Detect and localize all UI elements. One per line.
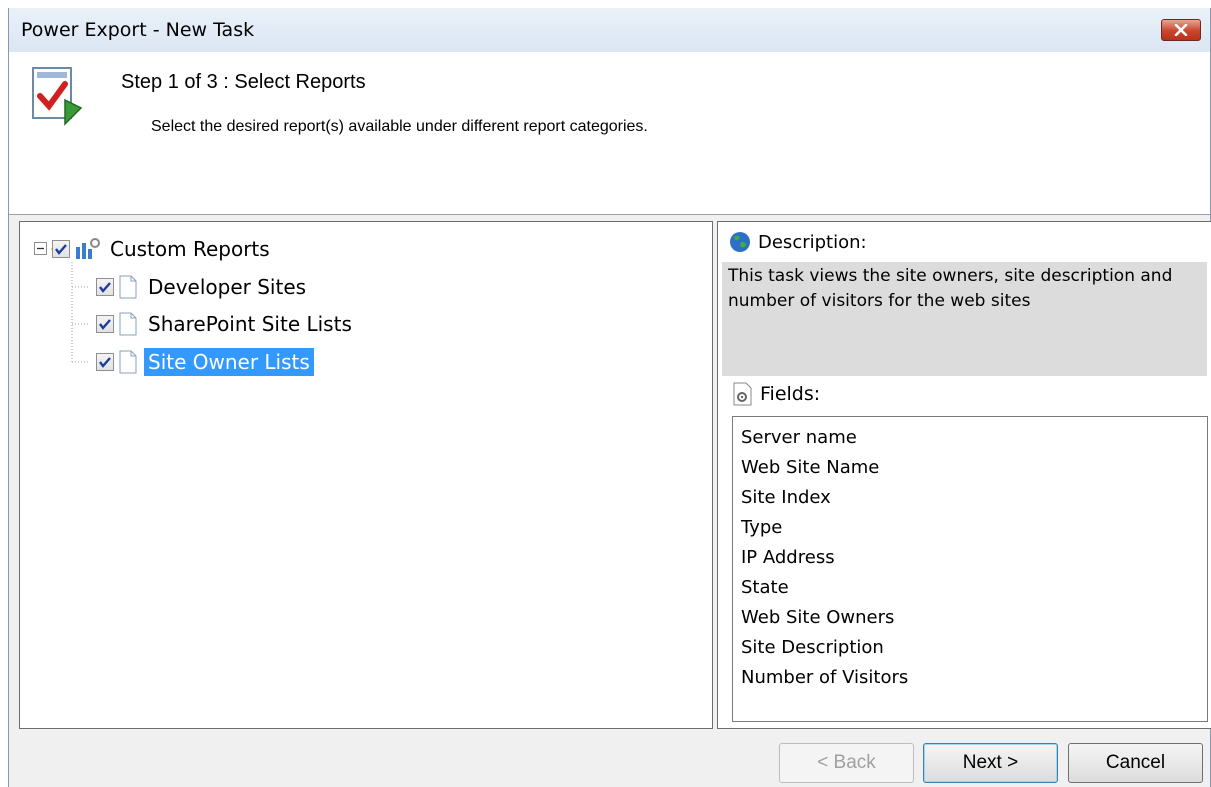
field-item: Server name bbox=[741, 427, 857, 448]
collapse-icon[interactable] bbox=[34, 242, 48, 256]
field-item: IP Address bbox=[741, 547, 835, 568]
tree-node-site-owner-lists[interactable]: Site Owner Lists bbox=[96, 347, 314, 377]
step-title: Step 1 of 3 : Select Reports bbox=[121, 71, 366, 93]
dialog-window: Power Export - New Task Step 1 of 3 : Se… bbox=[8, 8, 1211, 787]
description-label: Description: bbox=[758, 231, 867, 253]
checkbox-site-owner-lists[interactable] bbox=[96, 353, 114, 371]
checkmark-icon bbox=[99, 319, 111, 330]
checkmark-icon bbox=[99, 282, 111, 293]
tree-node-sharepoint-site-lists[interactable]: SharePoint Site Lists bbox=[96, 309, 356, 339]
field-item: Number of Visitors bbox=[741, 667, 909, 688]
field-item: Site Index bbox=[741, 487, 831, 508]
tree-node-label: Developer Sites bbox=[148, 275, 307, 299]
checkbox-sharepoint-site-lists[interactable] bbox=[96, 315, 114, 333]
checkmark-icon bbox=[99, 357, 111, 368]
close-icon bbox=[1174, 24, 1188, 36]
title-bar: Power Export - New Task bbox=[9, 8, 1210, 53]
description-heading: Description: bbox=[728, 230, 867, 254]
tree-node-label: SharePoint Site Lists bbox=[148, 312, 352, 336]
fields-heading: Fields: bbox=[732, 382, 820, 406]
checkbox-custom-reports[interactable] bbox=[52, 240, 70, 258]
fields-settings-icon bbox=[733, 382, 752, 406]
tree-node-custom-reports[interactable]: Custom Reports bbox=[34, 234, 274, 264]
document-icon bbox=[119, 312, 137, 336]
field-item: Site Description bbox=[741, 637, 884, 658]
report-category-icon bbox=[76, 238, 100, 259]
next-button[interactable]: Next > bbox=[923, 743, 1058, 783]
wizard-header: Step 1 of 3 : Select Reports Select the … bbox=[9, 52, 1210, 215]
fields-list[interactable]: Server name Web Site Name Site Index Typ… bbox=[732, 416, 1208, 722]
checkmark-icon bbox=[55, 244, 67, 255]
fields-label: Fields: bbox=[760, 383, 821, 405]
globe-icon bbox=[730, 232, 750, 252]
report-check-icon bbox=[32, 67, 83, 126]
checkbox-developer-sites[interactable] bbox=[96, 278, 114, 296]
description-text: This task views the site owners, site de… bbox=[722, 262, 1207, 376]
document-icon bbox=[119, 350, 137, 374]
cancel-button[interactable]: Cancel bbox=[1068, 743, 1203, 783]
tree-node-label-selected: Site Owner Lists bbox=[144, 348, 314, 376]
field-item: Web Site Name bbox=[741, 457, 880, 478]
report-tree[interactable]: Custom Reports Developer Sites SharePoin… bbox=[19, 221, 713, 729]
field-item: State bbox=[741, 577, 789, 598]
details-panel: Description: This task views the site ow… bbox=[717, 221, 1211, 729]
back-button[interactable]: < Back bbox=[779, 743, 914, 783]
document-icon bbox=[119, 275, 137, 299]
step-subtitle: Select the desired report(s) available u… bbox=[151, 118, 648, 135]
tree-node-developer-sites[interactable]: Developer Sites bbox=[96, 272, 310, 302]
window-title: Power Export - New Task bbox=[21, 19, 255, 41]
close-button[interactable] bbox=[1161, 19, 1201, 41]
tree-node-label: Custom Reports bbox=[110, 237, 270, 261]
field-item: Web Site Owners bbox=[741, 607, 895, 628]
field-item: Type bbox=[741, 517, 783, 538]
